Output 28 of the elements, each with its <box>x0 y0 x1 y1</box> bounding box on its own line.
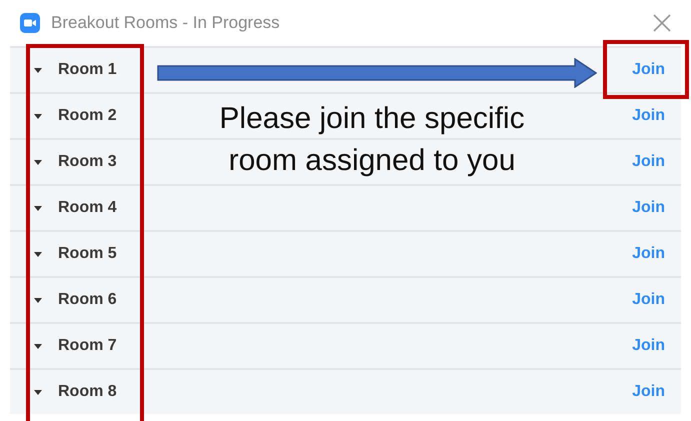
join-link[interactable]: Join <box>632 245 665 263</box>
join-link[interactable]: Join <box>632 291 665 309</box>
annotation-text: Please join the specific room assigned to you <box>218 101 526 179</box>
caret-icon[interactable] <box>34 252 42 256</box>
room-name: Room 1 <box>58 61 117 79</box>
caret-icon[interactable] <box>34 114 42 118</box>
join-link[interactable]: Join <box>632 337 665 355</box>
caret-icon[interactable] <box>34 344 42 348</box>
room-name: Room 4 <box>58 199 117 217</box>
caret-icon[interactable] <box>34 390 42 394</box>
join-link[interactable]: Join <box>632 107 665 125</box>
room-name: Room 2 <box>58 107 117 125</box>
join-link[interactable]: Join <box>632 61 665 79</box>
room-name: Room 5 <box>58 245 117 263</box>
window-title: Breakout Rooms - In Progress <box>51 13 281 33</box>
join-link[interactable]: Join <box>632 199 665 217</box>
caret-icon[interactable] <box>34 160 42 164</box>
caret-icon[interactable] <box>34 68 42 72</box>
room-name: Room 3 <box>58 153 117 171</box>
caret-icon[interactable] <box>34 206 42 210</box>
caret-icon[interactable] <box>34 298 42 302</box>
room-name: Room 8 <box>58 383 117 401</box>
join-link[interactable]: Join <box>632 383 665 401</box>
join-link[interactable]: Join <box>632 153 665 171</box>
video-camera-icon <box>20 13 40 33</box>
close-icon[interactable] <box>653 14 671 32</box>
room-name: Room 7 <box>58 337 117 355</box>
room-name: Room 6 <box>58 291 117 309</box>
